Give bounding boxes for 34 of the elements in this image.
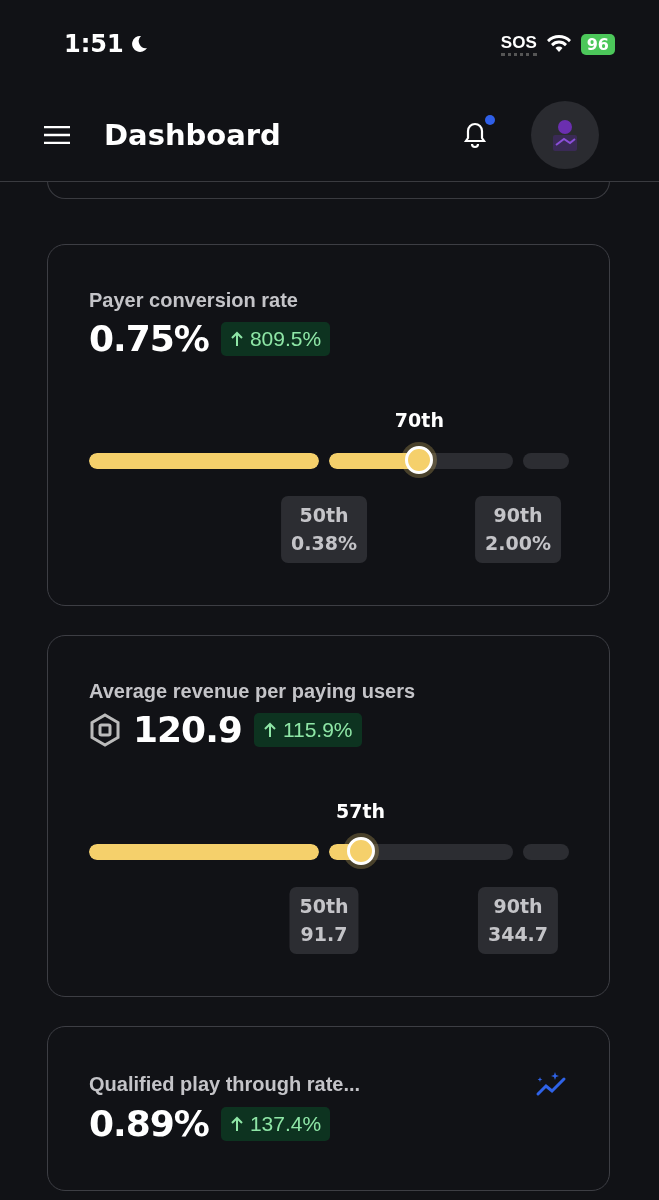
- bell-icon[interactable]: [463, 120, 487, 149]
- percentile-label: 70th: [394, 409, 444, 431]
- benchmark-value: 0.38%: [291, 530, 357, 556]
- wifi-icon: [546, 35, 571, 53]
- benchmark-value: 91.7: [300, 921, 348, 947]
- status-time: 1:51: [64, 30, 124, 58]
- slider-thumb[interactable]: [346, 837, 375, 865]
- benchmark-value: 2.00%: [485, 530, 551, 556]
- menu-icon[interactable]: [44, 125, 70, 144]
- metric-card[interactable]: Average revenue per paying users 120.9 115.9% 57th 50th 91.7 90th 344.7: [47, 635, 610, 997]
- sos-indicator: SOS: [500, 32, 537, 56]
- metric-title: Average revenue per paying users: [89, 680, 416, 703]
- track-segment: [523, 453, 569, 469]
- metric-title: Qualified play through rate...: [89, 1072, 361, 1096]
- metric-value: 120.9: [133, 709, 242, 750]
- benchmark-percentile: 50th: [299, 503, 349, 528]
- change-badge: 115.9%: [253, 712, 362, 747]
- change-badge: 137.4%: [220, 1106, 331, 1141]
- benchmark-percentile: 50th: [299, 894, 349, 919]
- change-badge: 809.5%: [220, 321, 331, 356]
- metric-value: 0.75%: [89, 318, 209, 359]
- metric-value: 0.89%: [89, 1103, 209, 1144]
- benchmark-percentile: 90th: [493, 503, 543, 528]
- benchmark-percentile: 90th: [493, 894, 543, 919]
- track-segment: [523, 844, 569, 860]
- metric-title: Payer conversion rate: [89, 289, 298, 312]
- slider-thumb[interactable]: [405, 446, 434, 474]
- page-title: Dashboard: [104, 117, 281, 152]
- percentile-label: 57th: [336, 800, 386, 822]
- metric-card[interactable]: Qualified play through rate... 0.89% 137.4%: [47, 1026, 610, 1191]
- benchmark-value: 344.7: [487, 921, 549, 947]
- metric-card[interactable]: Payer conversion rate 0.75% 809.5% 70th 50th 0.38% 90th 2.00%: [47, 244, 610, 606]
- battery-indicator: 96: [580, 33, 615, 55]
- moon-icon: [129, 35, 148, 53]
